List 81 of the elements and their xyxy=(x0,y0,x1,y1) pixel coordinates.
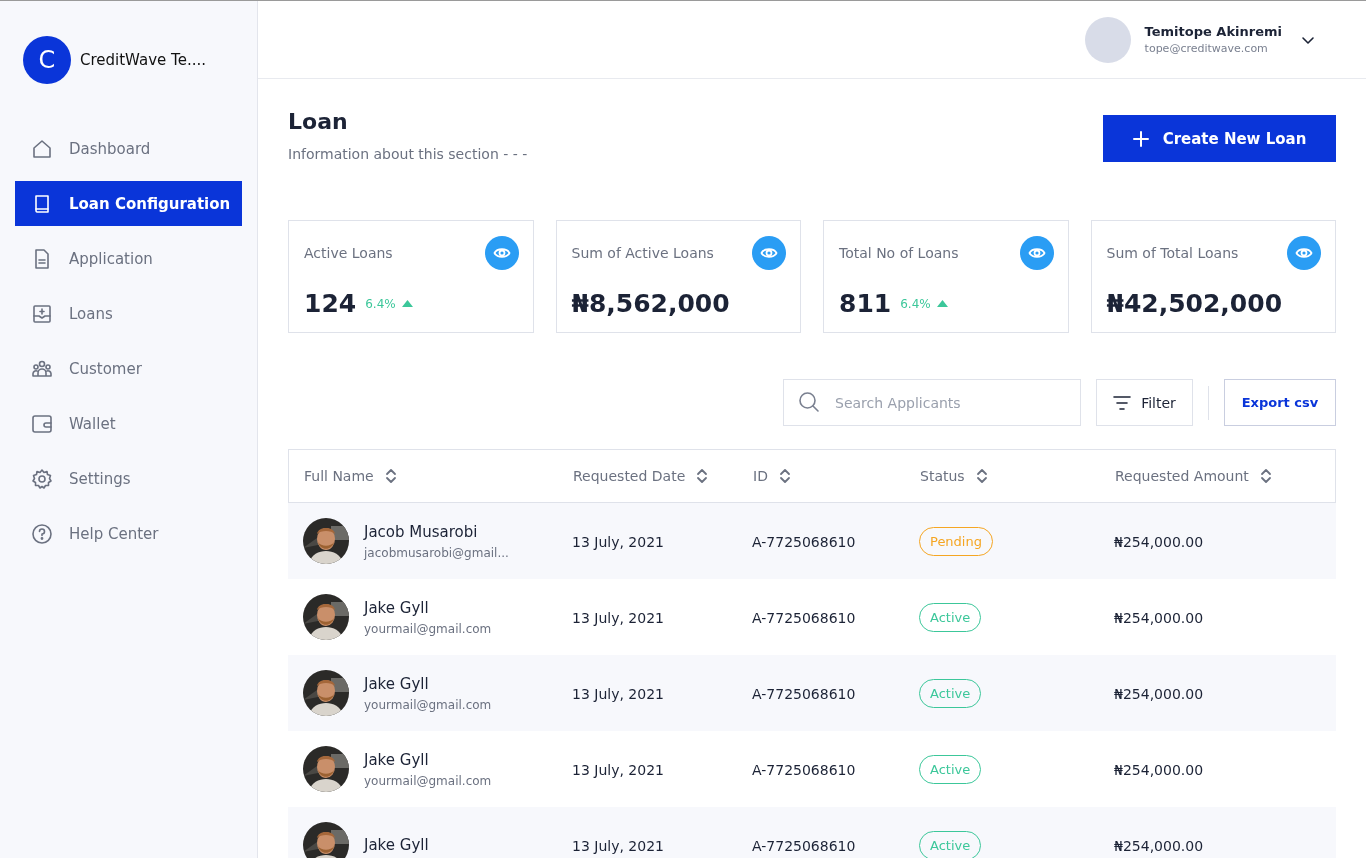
up-triangle-icon xyxy=(401,300,413,307)
table-row[interactable]: Jake Gyll 13 July, 2021 A-7725068610 Active ₦254,000.00 xyxy=(288,807,1336,858)
column-header[interactable]: ID xyxy=(753,468,920,484)
nav-item[interactable]: Customer xyxy=(15,346,242,391)
table-cell: A-7725068610 xyxy=(752,533,856,550)
plus-icon xyxy=(1132,130,1149,147)
table-row[interactable]: Jake Gyll yourmail@gmail.com 13 July, 2021 A-7725068610 Active ₦254,000.00 xyxy=(288,731,1336,807)
stat-value: ₦8,562,000 xyxy=(571,289,730,318)
up-triangle-icon xyxy=(936,300,948,307)
table-cell: A-7725068610 xyxy=(752,609,856,626)
sort-icon xyxy=(695,468,710,484)
user-name: Temitope Akinremi xyxy=(1144,24,1282,39)
view-button[interactable] xyxy=(752,236,786,270)
view-button[interactable] xyxy=(1019,236,1054,270)
nav-item[interactable]: Application xyxy=(15,236,242,281)
nav-item[interactable]: Wallet xyxy=(15,401,242,446)
stat-value: 124 xyxy=(304,289,357,318)
applicant-email: jacobmusarobi@gmail... xyxy=(364,545,509,560)
applicant-email: yourmail@gmail.com xyxy=(364,697,492,712)
filter-icon xyxy=(1113,395,1132,410)
stat-label: Total No of Loans xyxy=(839,245,959,261)
stat-change: 6.4% xyxy=(365,296,396,311)
stat-label: Active Loans xyxy=(304,245,393,261)
company-name: CreditWave Te.... xyxy=(80,51,206,69)
stat-label: Sum of Active Loans xyxy=(571,245,714,261)
wallet-icon xyxy=(31,412,53,435)
sort-icon xyxy=(1258,468,1273,484)
column-header[interactable]: Full Name xyxy=(304,468,573,484)
filter-button[interactable]: Filter xyxy=(1096,379,1193,426)
nav-item[interactable]: Loans xyxy=(15,291,242,336)
applicant-name: Jake Gyll xyxy=(364,674,430,693)
inbox-icon xyxy=(31,302,53,325)
sort-icon xyxy=(383,468,398,484)
applicant-email: yourmail@gmail.com xyxy=(364,773,492,788)
table-cell: A-7725068610 xyxy=(752,685,856,702)
table-cell: 13 July, 2021 xyxy=(572,685,664,702)
table-cell: A-7725068610 xyxy=(752,837,856,854)
page-title: Loan xyxy=(288,109,349,134)
applicant-name: Jake Gyll xyxy=(364,836,429,854)
sort-icon xyxy=(974,468,989,484)
table-cell: A-7725068610 xyxy=(752,761,856,778)
column-header[interactable]: Status xyxy=(920,468,1115,484)
stat-value: 811 xyxy=(839,289,892,318)
view-button[interactable] xyxy=(1287,236,1321,270)
applicant-email: yourmail@gmail.com xyxy=(364,621,492,636)
logo: C xyxy=(23,36,71,84)
table-row[interactable]: Jacob Musarobi jacobmusarobi@gmail... 13 July, 2021 A-7725068610 Pending ₦254,000.00 xyxy=(288,503,1336,579)
nav-item[interactable]: Settings xyxy=(15,456,242,501)
stat-label: Sum of Total Loans xyxy=(1106,245,1239,261)
table-row[interactable]: Jake Gyll yourmail@gmail.com 13 July, 2021 A-7725068610 Active ₦254,000.00 xyxy=(288,655,1336,731)
applicant-name: Jake Gyll xyxy=(364,598,430,617)
table-row[interactable]: Jake Gyll yourmail@gmail.com 13 July, 2021 A-7725068610 Active ₦254,000.00 xyxy=(288,579,1336,655)
home-icon xyxy=(31,137,53,160)
search-icon xyxy=(798,391,820,413)
export-button[interactable]: Export csv xyxy=(1224,379,1336,426)
table-cell: 13 July, 2021 xyxy=(572,837,664,854)
applicant-name: Jake Gyll xyxy=(364,750,430,769)
table-cell: ₦254,000.00 xyxy=(1114,533,1204,550)
column-header[interactable]: Requested Amount xyxy=(1115,468,1335,484)
table-cell: ₦254,000.00 xyxy=(1114,837,1204,854)
help-icon xyxy=(31,522,53,545)
gear-icon xyxy=(31,467,53,490)
table-cell: 13 July, 2021 xyxy=(572,609,664,626)
nav-item[interactable]: Loan Configuration xyxy=(15,181,242,226)
table-cell: ₦254,000.00 xyxy=(1114,761,1204,778)
stat-change: 6.4% xyxy=(900,296,931,311)
create-loan-button[interactable]: Create New Loan xyxy=(1103,115,1336,162)
sort-icon xyxy=(777,468,792,484)
table-cell: 13 July, 2021 xyxy=(572,533,664,550)
stat-value: ₦42,502,000 xyxy=(1106,289,1283,318)
nav-item[interactable]: Dashboard xyxy=(15,126,242,171)
search-field[interactable]: Search Applicants xyxy=(783,379,1081,426)
view-button[interactable] xyxy=(484,236,519,270)
applicant-name: Jacob Musarobi xyxy=(364,522,479,541)
column-header[interactable]: Requested Date xyxy=(573,468,753,484)
table-cell: 13 July, 2021 xyxy=(572,761,664,778)
table-cell: ₦254,000.00 xyxy=(1114,685,1204,702)
user-email: tope@creditwave.com xyxy=(1144,42,1269,55)
page-subtitle: Information about this section - - - xyxy=(288,146,528,162)
nav-item[interactable]: Help Center xyxy=(15,511,242,556)
table-cell: ₦254,000.00 xyxy=(1114,609,1204,626)
